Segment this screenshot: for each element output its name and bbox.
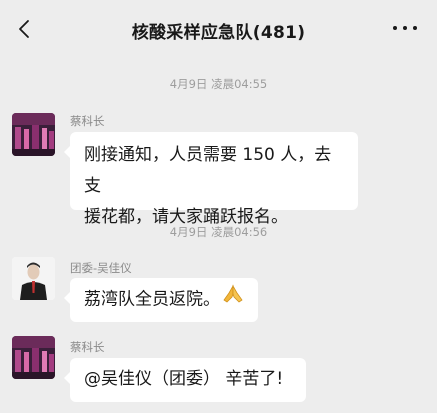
- chat-header: 核酸采样应急队(481): [0, 0, 437, 58]
- sender-name: 蔡科长: [70, 114, 105, 128]
- message-bubble[interactable]: 刚接通知，人员需要 150 人，去支 援花都，请大家踊跃报名。: [64, 132, 358, 227]
- message-text: 荔湾队全员返院。: [84, 289, 220, 310]
- message-text-line: 刚接通知，人员需要 150 人，去支: [84, 145, 332, 196]
- message-bubble[interactable]: @吴佳仪（团委） 辛苦了!: [64, 358, 306, 402]
- sender-name: 团委-吴佳仪: [70, 261, 132, 275]
- message-timestamp: 4月9日 凌晨04:56: [169, 225, 268, 239]
- more-dots-icon: [393, 26, 397, 30]
- avatar[interactable]: [12, 257, 55, 300]
- message-text: @吴佳仪（团委） 辛苦了!: [84, 369, 284, 389]
- message-bubble[interactable]: 荔湾队全员返院。: [64, 278, 258, 322]
- avatar[interactable]: [12, 336, 55, 379]
- message-timestamp: 4月9日 凌晨04:55: [169, 77, 268, 91]
- avatar[interactable]: [12, 113, 55, 156]
- more-button[interactable]: [393, 18, 417, 38]
- folded-hands-icon: [222, 284, 244, 315]
- chat-title: 核酸采样应急队(481): [131, 23, 306, 43]
- sender-name: 蔡科长: [70, 340, 105, 354]
